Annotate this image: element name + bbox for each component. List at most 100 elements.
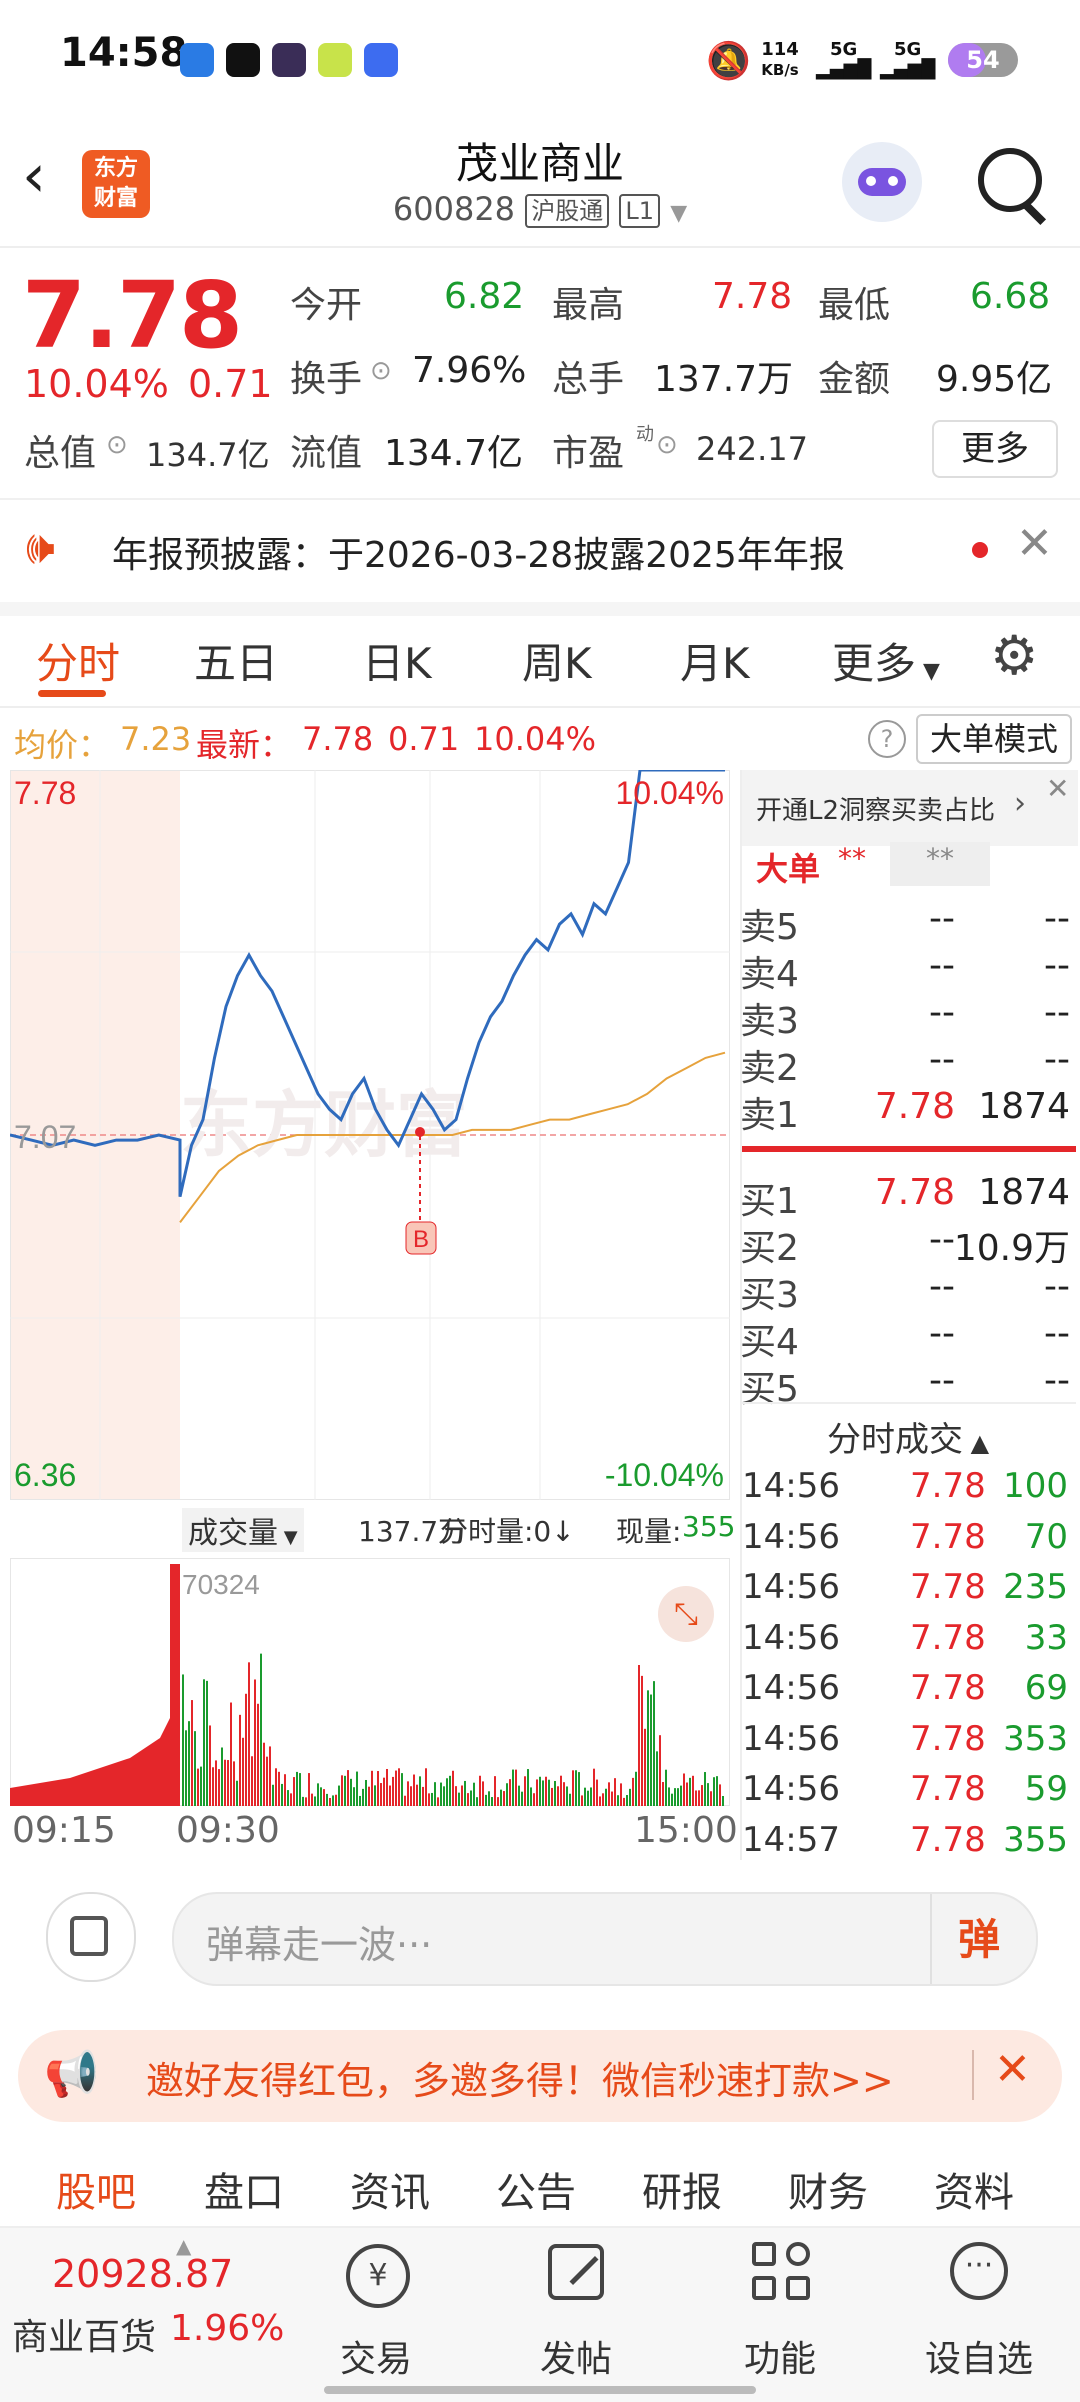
pe-label: 市盈 [552,433,625,474]
tab-news[interactable]: 资讯 [350,2160,430,2218]
volume-bar [371,1770,373,1806]
danmu-send-button[interactable]: 弹 [958,1906,1000,1967]
invite-banner[interactable]: 📢 邀好友得红包，多邀多得！微信秒速打款>> ✕ [18,2030,1062,2122]
tab-fenshi[interactable]: 分时 [36,630,120,691]
volume-bar [698,1790,700,1806]
search-icon[interactable] [978,148,1042,212]
info-icon[interactable]: ⊙ [370,356,392,386]
danmu-settings-icon[interactable] [46,1892,136,1982]
market-tag: 沪股通 [525,194,610,228]
tick-row: 14:56 7.78 59 [742,1769,1072,1819]
tab-finance[interactable]: 财务 [788,2160,868,2218]
volume-bar [302,1796,304,1806]
tab-more[interactable]: 更多 ▼ [832,630,940,691]
ticks-title[interactable]: 分时成交 ▲ [740,1412,1076,1461]
volume-bar [596,1779,598,1806]
open-value: 6.82 [444,276,525,317]
volume-bar [332,1795,334,1806]
tick-price: 7.78 [910,1668,986,1708]
robot-assistant-icon[interactable] [842,142,922,222]
volume-now-label: 现量: [616,1515,682,1548]
l2-link[interactable]: 开通L2洞察买卖占比 [756,790,995,827]
volume-bars [182,1653,724,1806]
volume-bar [446,1778,448,1806]
signal-1: 5G ▂▄▆█ [816,39,872,80]
status-time: 14:58 [60,30,188,76]
index-pct[interactable]: 1.96% [170,2308,284,2349]
volume-bar [410,1786,412,1806]
volume-bar [545,1776,547,1806]
volume-selector[interactable]: 成交量 ▼ [182,1508,304,1552]
volume-bar [590,1787,592,1806]
trade-label[interactable]: 交易 [326,2330,426,2382]
big-order-mode-button[interactable]: 大单模式 [916,714,1072,764]
functions-label[interactable]: 功能 [730,2330,830,2382]
help-icon[interactable]: ? [868,720,906,758]
l2-promo[interactable]: 开通L2洞察买卖占比 › ✕ [742,770,1078,846]
close-icon[interactable]: ✕ [1016,518,1053,569]
add-watchlist-label[interactable]: 设自选 [916,2330,1042,2382]
tick-price: 7.78 [910,1819,986,1860]
more-button[interactable]: 更多 [932,420,1058,478]
volume-bar [284,1774,286,1806]
tick-time: 14:56 [742,1567,840,1607]
volume-bar [578,1772,580,1806]
close-icon[interactable]: ✕ [1046,772,1069,805]
volume-bar [695,1790,697,1806]
volume-bar [200,1766,202,1806]
tab-weekly-k[interactable]: 周K [522,630,592,691]
tick-volume: 33 [1024,1617,1068,1658]
bid-price: -- [929,1360,955,1401]
turnover-value: 7.96% [412,350,527,391]
trade-icon[interactable]: ¥ [336,2238,416,2318]
volume-bar [560,1775,562,1806]
volume-bar [713,1777,715,1806]
banner-text: 邀好友得红包，多邀多得！微信秒速打款>> [146,2059,894,2103]
info-icon[interactable]: ⊙ [106,430,128,460]
tick-price: 7.78 [910,1617,986,1658]
tick-volume: 100 [1003,1466,1068,1506]
volume-bar [308,1773,310,1806]
volume-bar [440,1782,442,1806]
volume-chart[interactable]: 70324 ⤡ [10,1558,730,1806]
index-value[interactable]: 20928.87 [52,2252,233,2296]
add-watchlist-icon[interactable]: ··· [950,2242,1008,2300]
tab-pankou[interactable]: 盘口 [204,2160,284,2218]
volume-bar [587,1790,589,1806]
volume-bar [503,1791,505,1806]
volume-bar [197,1768,199,1806]
tab-5day[interactable]: 五日 [194,630,278,691]
tab-monthly-k[interactable]: 月K [680,630,750,691]
battery-icon: 54 [948,43,1018,77]
volume-bar [548,1779,550,1806]
volume-bar [362,1788,364,1806]
volume-bar [251,1756,253,1806]
mktcap-label: 总值 [24,433,97,474]
danmu-input[interactable]: 弹幕走一波··· 弹 [172,1892,1038,1986]
tab-research[interactable]: 研报 [642,2160,722,2218]
tab-profile[interactable]: 资料 [934,2160,1014,2218]
tab-daily-k[interactable]: 日K [362,630,432,691]
volume-bar [392,1776,394,1806]
index-name[interactable]: 商业百货 [12,2308,156,2360]
volume-bar [626,1795,628,1806]
notice-bar[interactable]: 🕪 年报预披露：于2026-03-28披露2025年年报 ✕ [0,498,1080,616]
header-divider [0,246,1080,248]
settings-gear-icon[interactable]: ⚙ [990,624,1038,687]
dropdown-icon[interactable]: ▼ [670,201,687,226]
tab-guba[interactable]: 股吧 [56,2160,136,2218]
tick-time: 14:56 [742,1769,840,1809]
volume-bar [422,1786,424,1806]
home-indicator [324,2386,756,2394]
post-label[interactable]: 发帖 [526,2330,626,2382]
close-icon[interactable]: ✕ [994,2044,1031,2095]
ask-price: -- [929,945,955,986]
post-icon[interactable] [548,2244,604,2300]
volume-bar [386,1768,388,1806]
tab-announcements[interactable]: 公告 [496,2160,576,2218]
functions-grid-icon[interactable] [752,2242,812,2302]
latest-change: 0.71 [388,720,460,758]
price-chart[interactable]: 东方财富 7.78 7.07 6.36 10.04% -10.04% B [10,770,730,1500]
info-icon[interactable]: ⊙ [656,430,678,460]
volume-bar [506,1783,508,1806]
